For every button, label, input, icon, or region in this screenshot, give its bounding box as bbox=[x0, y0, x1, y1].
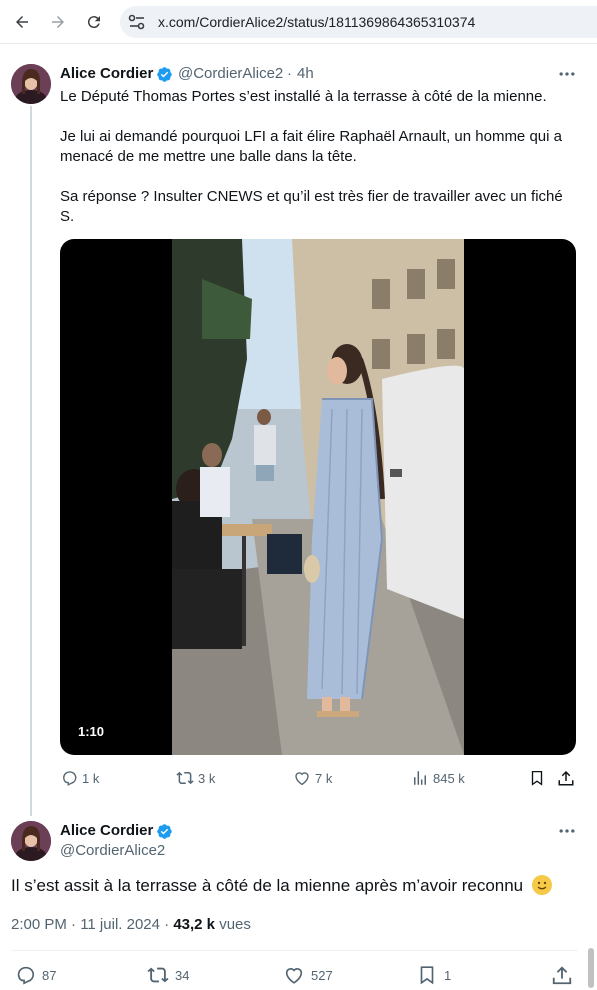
more-options-icon[interactable] bbox=[557, 64, 577, 84]
separator-dot: · bbox=[287, 65, 292, 82]
thread-line bbox=[30, 106, 32, 816]
like-count: 527 bbox=[311, 967, 333, 983]
reply-avatar[interactable] bbox=[11, 821, 51, 861]
reply-count: 87 bbox=[42, 967, 57, 983]
analytics-icon bbox=[414, 771, 426, 785]
site-settings-icon[interactable] bbox=[128, 14, 146, 30]
bookmark-icon bbox=[420, 966, 434, 985]
views-label: vues bbox=[215, 916, 251, 933]
verified-badge-icon bbox=[157, 824, 172, 839]
repost-count: 3 k bbox=[198, 770, 216, 786]
reply-button[interactable]: 87 bbox=[14, 963, 56, 987]
like-button[interactable]: 7 k bbox=[293, 766, 332, 790]
author-name[interactable]: Alice Cordier bbox=[60, 65, 153, 82]
tweet-metadata: 2:00 PM · 11 juil. 2024 · 43,2 k vues bbox=[11, 916, 251, 933]
video-duration: 1:10 bbox=[72, 722, 111, 741]
reply-button[interactable]: 1 k bbox=[60, 766, 99, 790]
tweet-actions: 1 k 3 k 7 k 845 k bbox=[60, 766, 580, 790]
repost-icon bbox=[147, 967, 169, 983]
divider bbox=[11, 950, 578, 951]
video-frame[interactable] bbox=[172, 239, 464, 755]
like-button[interactable]: 527 bbox=[283, 963, 333, 987]
reply-more-options-icon[interactable] bbox=[557, 821, 577, 841]
bookmark-icon bbox=[531, 770, 543, 786]
repost-button[interactable]: 34 bbox=[147, 963, 189, 987]
share-icon bbox=[552, 966, 572, 985]
browser-toolbar: x.com/CordierAlice2/status/1811369864365… bbox=[0, 0, 597, 44]
avatar[interactable] bbox=[11, 64, 51, 104]
reload-icon[interactable] bbox=[83, 11, 105, 33]
video-thumbnail bbox=[172, 239, 464, 755]
tweet-text: Le Député Thomas Portes s’est installé à… bbox=[60, 87, 580, 247]
verified-badge-icon bbox=[157, 67, 172, 82]
share-button[interactable] bbox=[557, 766, 575, 790]
reply-icon bbox=[63, 771, 77, 786]
reply-text-content: Il s’est assit à la terrasse à côté de l… bbox=[11, 876, 524, 895]
address-bar[interactable]: x.com/CordierAlice2/status/1811369864365… bbox=[120, 6, 597, 38]
views-button[interactable]: 845 k bbox=[411, 766, 465, 790]
url-text[interactable]: x.com/CordierAlice2/status/1811369864365… bbox=[158, 14, 475, 30]
reply-count: 1 k bbox=[82, 770, 100, 786]
tweet-paragraph: Le Député Thomas Portes s’est installé à… bbox=[60, 88, 547, 105]
reply-text: Il s’est assit à la terrasse à côté de l… bbox=[11, 875, 552, 896]
heart-icon bbox=[295, 772, 309, 786]
repost-icon bbox=[176, 771, 194, 785]
like-count: 7 k bbox=[315, 770, 333, 786]
bookmark-button[interactable] bbox=[528, 766, 546, 790]
reply-icon bbox=[17, 966, 35, 985]
views-count-total: 43,2 k bbox=[173, 916, 216, 933]
video-player[interactable]: 1:10 bbox=[60, 239, 576, 755]
views-count: 845 k bbox=[433, 770, 465, 786]
slightly-smiling-face-icon bbox=[531, 875, 552, 895]
tweet-paragraph: Sa réponse ? Insulter CNEWS et qu’il est… bbox=[60, 188, 563, 225]
share-icon bbox=[558, 770, 574, 786]
forward-arrow-icon[interactable] bbox=[47, 11, 69, 33]
share-button[interactable] bbox=[551, 963, 573, 987]
tweet-paragraph: Je lui ai demandé pourquoi LFI a fait él… bbox=[60, 128, 562, 165]
heart-icon bbox=[285, 968, 303, 984]
reply-author-handle[interactable]: @CordierAlice2 bbox=[60, 842, 165, 859]
scrollbar[interactable] bbox=[588, 948, 594, 988]
timestamp[interactable]: 2:00 PM · 11 juil. 2024 · bbox=[11, 916, 173, 933]
reply-actions: 87 34 527 1 bbox=[11, 963, 581, 987]
back-arrow-icon[interactable] bbox=[11, 11, 33, 33]
repost-count: 34 bbox=[175, 967, 190, 983]
tweet-time[interactable]: 4h bbox=[297, 65, 314, 82]
bookmark-button[interactable]: 1 bbox=[416, 963, 451, 987]
bookmark-count: 1 bbox=[444, 967, 452, 983]
reply-author-name[interactable]: Alice Cordier bbox=[60, 822, 153, 839]
repost-button[interactable]: 3 k bbox=[176, 766, 215, 790]
author-handle[interactable]: @CordierAlice2 bbox=[178, 65, 283, 82]
